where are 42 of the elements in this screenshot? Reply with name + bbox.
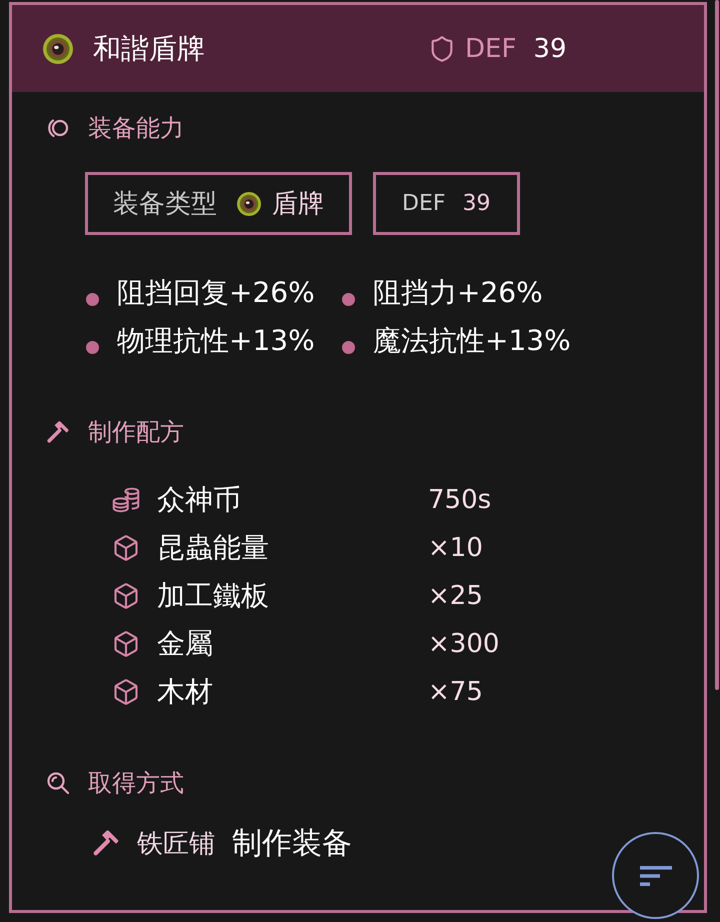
- bonus-text: 魔法抗性+13%: [373, 323, 571, 359]
- hammer-icon: [92, 829, 120, 857]
- material-amount: 750s: [428, 485, 492, 515]
- material-amount: ×25: [428, 581, 484, 611]
- cube-icon: [112, 630, 140, 658]
- material-name: 金屬: [157, 626, 214, 662]
- coins-icon: [112, 486, 140, 514]
- round-shield-icon: [237, 192, 261, 216]
- material-amount: ×10: [428, 533, 484, 563]
- source-place: 铁匠铺: [137, 828, 215, 860]
- stat-label: DEF: [402, 191, 446, 216]
- cube-icon: [112, 678, 140, 706]
- material-name: 众神币: [157, 482, 242, 518]
- material-name: 加工鐵板: [157, 578, 270, 614]
- material-name: 昆蟲能量: [157, 530, 270, 566]
- sort-icon: [640, 866, 672, 886]
- material-amount: ×75: [428, 677, 484, 707]
- hammer-icon: [46, 420, 70, 444]
- section-title: 取得方式: [88, 768, 184, 799]
- bullet-icon: [342, 292, 355, 306]
- round-shield-icon: [43, 34, 73, 64]
- section-title: 制作配方: [88, 417, 184, 448]
- bullet-icon: [86, 292, 99, 306]
- stat-value: 39: [462, 191, 490, 216]
- search-icon: [46, 771, 70, 795]
- source-method: 制作装备: [232, 824, 352, 862]
- bonus-text: 阻挡力+26%: [373, 275, 543, 311]
- cube-icon: [112, 534, 140, 562]
- stat-label: DEF: [465, 34, 516, 64]
- scrollbar-thumb[interactable]: [715, 0, 719, 690]
- cube-icon: [112, 582, 140, 610]
- bullet-icon: [86, 340, 99, 354]
- material-name: 木材: [157, 674, 214, 710]
- bullet-icon: [342, 340, 355, 354]
- section-title: 装备能力: [88, 113, 184, 144]
- bonus-text: 物理抗性+13%: [117, 323, 315, 359]
- type-label: 装备类型: [113, 188, 217, 221]
- bonus-text: 阻挡回复+26%: [117, 275, 315, 311]
- type-value: 盾牌: [272, 188, 324, 221]
- material-amount: ×300: [428, 629, 500, 659]
- item-title: 和諧盾牌: [93, 30, 205, 66]
- stat-value: 39: [533, 34, 566, 64]
